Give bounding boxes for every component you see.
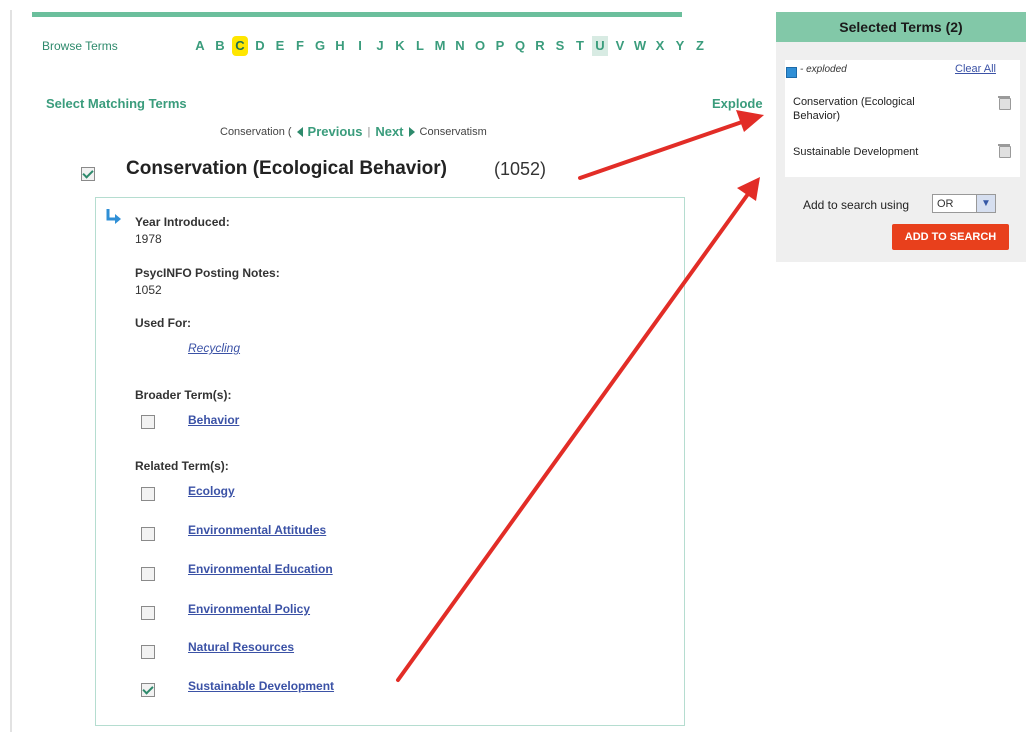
letter-w[interactable]: W — [632, 36, 648, 56]
dropdown-chevron-icon: ▼ — [976, 195, 995, 212]
related-term-checkbox[interactable] — [141, 606, 155, 620]
letter-n[interactable]: N — [452, 36, 468, 56]
related-term-checkbox[interactable] — [141, 567, 155, 581]
annotation-arrow — [578, 110, 764, 180]
related-term-checkbox[interactable] — [141, 527, 155, 541]
alphabet-nav: A B C D E F G H I J K L M N O P Q R S T … — [192, 36, 708, 56]
letter-q[interactable]: Q — [512, 36, 528, 56]
term-pager: Conservation ( Previous | Next Conservat… — [220, 124, 487, 139]
related-term-link[interactable]: Ecology — [188, 484, 235, 498]
previous-link[interactable]: Previous — [308, 124, 363, 139]
explode-column-label: Explode — [712, 96, 763, 111]
related-terms-label: Related Term(s): — [135, 459, 229, 473]
trash-icon[interactable] — [998, 144, 1011, 158]
letter-d[interactable]: D — [252, 36, 268, 56]
related-term-link[interactable]: Environmental Attitudes — [188, 523, 326, 537]
next-link[interactable]: Next — [375, 124, 403, 139]
letter-g[interactable]: G — [312, 36, 328, 56]
letter-z[interactable]: Z — [692, 36, 708, 56]
letter-v[interactable]: V — [612, 36, 628, 56]
exploded-legend-icon — [786, 67, 797, 78]
pager-separator: | — [367, 125, 371, 138]
related-term-link[interactable]: Environmental Policy — [188, 602, 310, 616]
related-term-link[interactable]: Natural Resources — [188, 640, 294, 654]
letter-x[interactable]: X — [652, 36, 668, 56]
next-term-label: Conservatism — [419, 125, 487, 138]
main-term-count: (1052) — [494, 159, 547, 179]
posting-notes-label: PsycINFO Posting Notes: — [135, 266, 280, 280]
selected-terms-title: Selected Terms (2) — [776, 12, 1026, 42]
clear-all-link[interactable]: Clear All — [955, 63, 996, 75]
letter-i[interactable]: I — [352, 36, 368, 56]
letter-p[interactable]: P — [492, 36, 508, 56]
letter-h[interactable]: H — [332, 36, 348, 56]
selected-term-item: Conservation (Ecological Behavior) — [793, 96, 915, 122]
letter-c-active[interactable]: C — [232, 36, 248, 56]
previous-term-label: Conservation ( — [220, 125, 292, 138]
main-term-title: Conservation (Ecological Behavior) — [126, 158, 447, 179]
letter-t[interactable]: T — [572, 36, 588, 56]
letter-e[interactable]: E — [272, 36, 288, 56]
related-term-checkbox-checked[interactable] — [141, 683, 155, 697]
operator-select[interactable]: OR ▼ — [932, 194, 996, 213]
related-term-link[interactable]: Sustainable Development — [188, 679, 334, 693]
main-term-checkbox[interactable] — [81, 167, 95, 181]
broader-term-link[interactable]: Behavior — [188, 413, 239, 427]
broader-term-checkbox[interactable] — [141, 415, 155, 429]
letter-a[interactable]: A — [192, 36, 208, 56]
letter-m[interactable]: M — [432, 36, 448, 56]
letter-u[interactable]: U — [592, 36, 608, 56]
operator-value: OR — [937, 198, 954, 210]
chevron-right-icon — [408, 126, 415, 137]
letter-b[interactable]: B — [212, 36, 228, 56]
selected-term-item: Sustainable Development — [793, 146, 919, 158]
posting-notes-value: 1052 — [135, 283, 162, 297]
browse-terms-label: Browse Terms — [42, 39, 118, 53]
year-introduced-value: 1978 — [135, 232, 162, 246]
explode-icon — [106, 209, 121, 224]
add-to-search-button[interactable]: ADD TO SEARCH — [892, 224, 1009, 250]
letter-o[interactable]: O — [472, 36, 488, 56]
letter-y[interactable]: Y — [672, 36, 688, 56]
select-matching-terms-heading: Select Matching Terms — [46, 96, 187, 111]
letter-f[interactable]: F — [292, 36, 308, 56]
related-term-link[interactable]: Environmental Education — [188, 562, 333, 576]
related-term-checkbox[interactable] — [141, 645, 155, 659]
year-introduced-label: Year Introduced: — [135, 215, 230, 229]
related-term-checkbox[interactable] — [141, 487, 155, 501]
letter-k[interactable]: K — [392, 36, 408, 56]
used-for-link-recycling[interactable]: Recycling — [188, 341, 240, 355]
used-for-label: Used For: — [135, 316, 192, 330]
exploded-legend-text: - exploded — [800, 64, 847, 75]
add-to-search-label: Add to search using — [803, 198, 910, 212]
trash-icon[interactable] — [998, 96, 1011, 110]
letter-s[interactable]: S — [552, 36, 568, 56]
selected-terms-list: Conservation (Ecological Behavior) Susta… — [785, 89, 1020, 177]
letter-l[interactable]: L — [412, 36, 428, 56]
letter-j[interactable]: J — [372, 36, 388, 56]
page-left-border — [10, 10, 12, 732]
broader-terms-label: Broader Term(s): — [135, 388, 232, 402]
chevron-left-icon — [296, 126, 303, 137]
header-accent-bar — [32, 12, 682, 17]
selected-terms-panel: Selected Terms (2) - exploded Clear All … — [776, 12, 1026, 262]
letter-r[interactable]: R — [532, 36, 548, 56]
